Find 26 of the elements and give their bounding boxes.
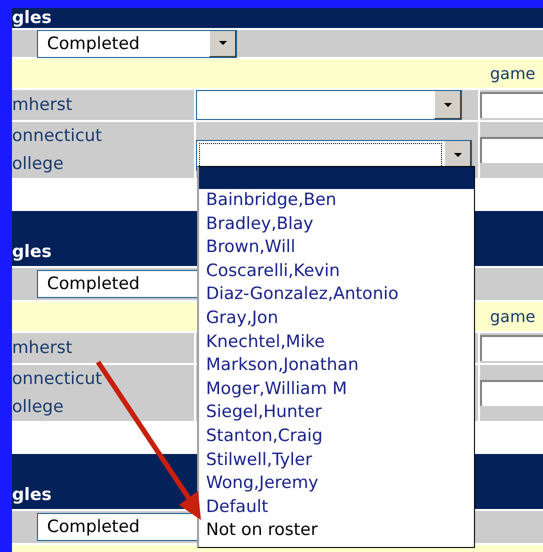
column-header: game xyxy=(490,64,536,83)
column-header: game xyxy=(490,307,536,326)
dropdown-option[interactable]: Bradley,Blay xyxy=(199,212,474,236)
dropdown-option[interactable]: Stanton,Craig xyxy=(199,424,474,449)
team-label: onnecticut ollege xyxy=(12,122,194,178)
team-label: onnecticut ollege xyxy=(12,365,194,421)
team-label: mherst xyxy=(12,333,194,363)
player-select[interactable] xyxy=(196,90,462,120)
dropdown-option[interactable]: Bainbridge,Ben xyxy=(199,189,474,213)
section-title: gles xyxy=(12,8,52,28)
input-field[interactable] xyxy=(480,380,543,406)
status-select[interactable]: Completed xyxy=(37,30,237,58)
section-title: gles xyxy=(12,242,52,264)
input-field[interactable] xyxy=(480,137,543,163)
dropdown-option[interactable]: Knechtel,Mike xyxy=(199,330,474,354)
section-title: gles xyxy=(12,485,52,507)
dropdown-option[interactable]: Moger,William M xyxy=(199,378,474,402)
dropdown-option[interactable]: Stilwell,Tyler xyxy=(199,448,474,472)
dropdown-option[interactable]: Markson,Jonathan xyxy=(199,354,474,378)
input-field[interactable] xyxy=(480,335,543,361)
team-label: mherst xyxy=(12,90,194,120)
dropdown-option[interactable]: Brown,Will xyxy=(199,236,474,260)
input-field[interactable] xyxy=(480,92,543,118)
dropdown-option[interactable]: Siegel,Hunter xyxy=(199,401,474,425)
dropdown-option[interactable]: Wong,Jeremy xyxy=(199,472,474,496)
dropdown-option[interactable]: Gray,Jon xyxy=(199,306,474,331)
